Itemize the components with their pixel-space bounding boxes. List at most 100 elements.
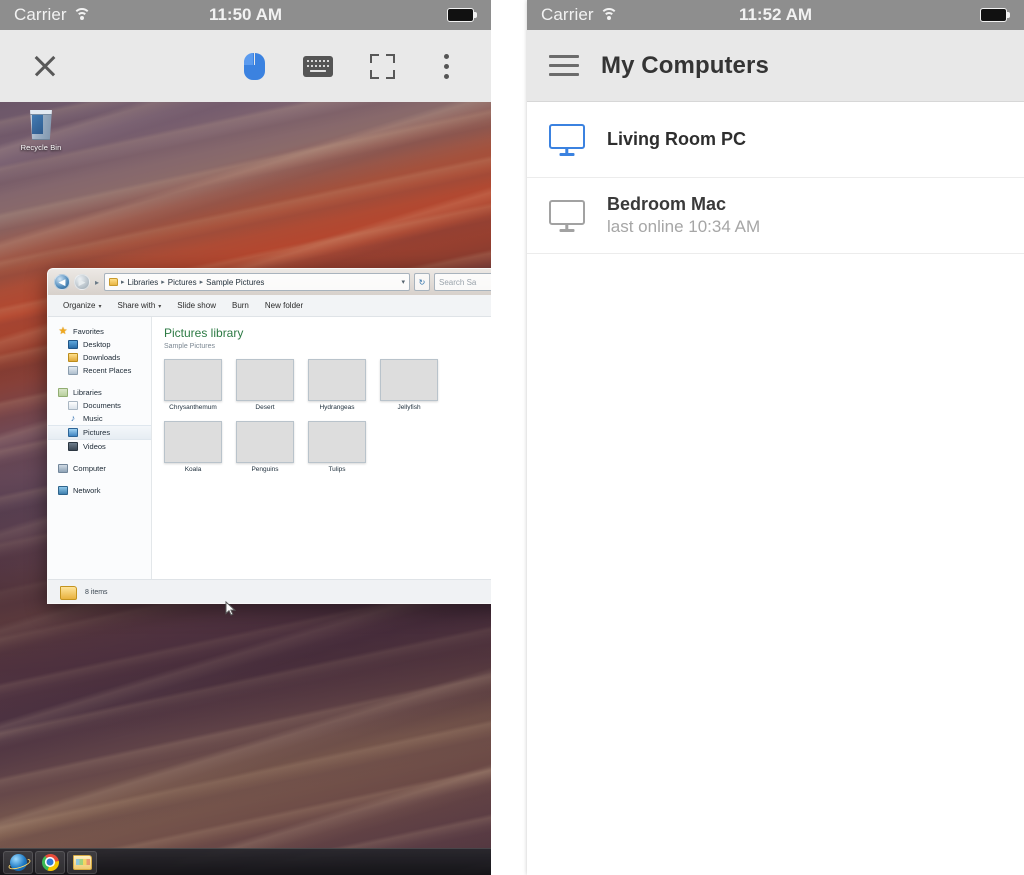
nav-item-downloads[interactable]: Downloads	[48, 351, 151, 364]
menu-share-with-label: Share with	[117, 301, 156, 310]
explorer-navigation-pane: ★ Favorites Desktop Downloads Recent Pla…	[48, 317, 152, 579]
address-folder-icon	[109, 278, 119, 286]
taskbar-google-chrome[interactable]	[35, 850, 65, 874]
wifi-icon	[72, 8, 91, 22]
nav-label: Downloads	[83, 353, 121, 362]
app-header: My Computers	[527, 30, 1024, 102]
refresh-icon[interactable]: ↻	[414, 273, 430, 291]
thumbnail-image	[308, 358, 366, 401]
hamburger-menu-icon[interactable]	[549, 55, 579, 76]
mouse-icon	[243, 52, 265, 80]
videos-icon	[68, 442, 78, 451]
carrier-label: Carrier	[14, 5, 67, 24]
menu-organize[interactable]: Organize ▾	[56, 298, 108, 313]
nav-item-libraries[interactable]: Libraries	[48, 386, 151, 399]
remote-session-toolbar	[0, 30, 491, 102]
explorer-body: ★ Favorites Desktop Downloads Recent Pla…	[48, 317, 491, 579]
nav-item-desktop[interactable]: Desktop	[48, 338, 151, 351]
fullscreen-button[interactable]	[359, 43, 405, 89]
item-count-label: 8 items	[85, 589, 108, 596]
thumbnail-grid: Chrysanthemum Desert Hydrangeas Jellyfis…	[164, 358, 491, 473]
chevron-down-icon[interactable]: ▾	[401, 278, 405, 286]
keyboard-button[interactable]	[295, 43, 341, 89]
file-item[interactable]: Jellyfish	[380, 358, 438, 411]
folder-icon	[60, 585, 77, 600]
overflow-menu-button[interactable]	[423, 43, 469, 89]
network-icon	[58, 486, 68, 495]
nav-item-network[interactable]: Network	[48, 484, 151, 497]
menu-organize-label: Organize	[63, 301, 96, 310]
menu-new-folder[interactable]: New folder	[258, 298, 310, 313]
thumbnail-image	[236, 420, 294, 463]
nav-label: Documents	[83, 401, 121, 410]
file-item[interactable]: Penguins	[236, 420, 294, 473]
explorer-command-bar: Organize ▾ Share with ▾ Slide show Burn Ne…	[48, 295, 491, 317]
caret-down-icon: ▾	[158, 304, 162, 310]
search-placeholder: Search Sa	[439, 277, 477, 287]
nav-label: Pictures	[83, 428, 111, 437]
nav-item-favorites[interactable]: ★ Favorites	[48, 325, 151, 338]
recycle-bin-desktop-icon[interactable]: Recycle Bin	[8, 110, 74, 152]
internet-explorer-icon	[9, 853, 27, 871]
windows-taskbar	[0, 848, 491, 875]
nav-item-music[interactable]: ♪ Music	[48, 412, 151, 425]
file-name: Desert	[255, 403, 275, 411]
file-name: Koala	[184, 465, 202, 473]
file-item[interactable]: Koala	[164, 420, 222, 473]
carrier-label: Carrier	[541, 5, 594, 24]
nav-item-videos[interactable]: Videos	[48, 440, 151, 453]
nav-item-pictures[interactable]: Pictures	[48, 425, 151, 440]
taskbar-windows-explorer[interactable]	[67, 850, 97, 874]
file-item[interactable]: Chrysanthemum	[164, 358, 222, 411]
star-icon: ★	[58, 326, 68, 337]
menu-burn[interactable]: Burn	[225, 298, 256, 313]
keyboard-icon	[303, 55, 333, 77]
breadcrumb-sample-pictures[interactable]: Sample Pictures	[206, 278, 264, 287]
desktop-icon	[68, 340, 78, 349]
right-phone-screen: Carrier 11:52 AM My Computers Living Roo…	[527, 0, 1024, 875]
right-status-bar: Carrier 11:52 AM	[527, 0, 1024, 30]
crumb-sep-0: ▸	[121, 279, 125, 286]
back-arrow-icon[interactable]: ◀	[54, 274, 70, 290]
nav-item-recent-places[interactable]: Recent Places	[48, 364, 151, 377]
menu-slide-show[interactable]: Slide show	[170, 298, 223, 313]
libraries-icon	[58, 388, 68, 397]
taskbar-internet-explorer[interactable]	[3, 850, 33, 874]
breadcrumb-libraries[interactable]: Libraries	[128, 278, 159, 287]
nav-item-computer[interactable]: Computer	[48, 462, 151, 475]
file-item[interactable]: Tulips	[308, 420, 366, 473]
breadcrumb-pictures[interactable]: Pictures	[168, 278, 197, 287]
computer-icon	[58, 464, 68, 473]
monitor-icon	[549, 199, 585, 232]
nav-label: Favorites	[73, 327, 104, 336]
computer-name: Living Room PC	[607, 129, 746, 149]
file-item[interactable]: Desert	[236, 358, 294, 411]
menu-share-with[interactable]: Share with ▾	[110, 298, 168, 313]
list-item[interactable]: Bedroom Mac last online 10:34 AM	[527, 178, 1024, 254]
list-item[interactable]: Living Room PC	[527, 102, 1024, 178]
windows-explorer-window[interactable]: ◀ ▶ ▸ ▸ Libraries ▸ Pictures ▸ Sample Pi…	[47, 268, 491, 604]
explorer-content-pane: Pictures library Sample Pictures Chrysan…	[152, 317, 491, 579]
mouse-mode-button[interactable]	[231, 43, 277, 89]
thumbnail-image	[164, 358, 222, 401]
nav-label: Desktop	[83, 340, 111, 349]
file-item[interactable]: Hydrangeas	[308, 358, 366, 411]
status-bar-right	[980, 8, 1024, 22]
documents-icon	[68, 401, 78, 410]
crumb-sep-2: ▸	[199, 279, 204, 286]
list-item-text: Living Room PC	[607, 129, 746, 150]
address-bar[interactable]: ▸ Libraries ▸ Pictures ▸ Sample Pictures…	[104, 273, 410, 291]
remote-windows-desktop[interactable]: Recycle Bin ◀ ▶ ▸ ▸ Libraries ▸ Pictures…	[0, 102, 491, 875]
google-chrome-icon	[41, 853, 59, 871]
close-session-button[interactable]	[22, 43, 68, 89]
forward-arrow-icon[interactable]: ▶	[74, 274, 90, 290]
thumbnail-image	[308, 420, 366, 463]
left-phone-screen: Carrier 11:50 AM Recycle Bin ◀ ▶ ▸ ▸ Lib…	[0, 0, 491, 875]
library-title: Pictures library	[164, 326, 244, 340]
file-name: Hydrangeas	[319, 403, 355, 411]
windows-explorer-icon	[72, 854, 92, 870]
wifi-icon	[599, 8, 618, 22]
thumbnail-image	[164, 420, 222, 463]
nav-item-documents[interactable]: Documents	[48, 399, 151, 412]
explorer-search-input[interactable]: Search Sa	[434, 273, 491, 291]
